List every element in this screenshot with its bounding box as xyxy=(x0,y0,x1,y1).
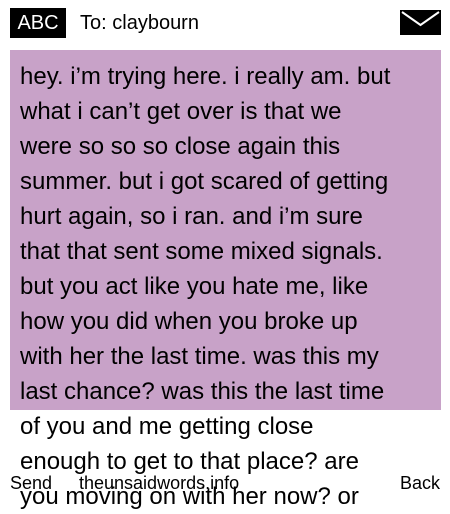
message-line: with her the last time. was this my xyxy=(20,343,379,370)
message-line: summer. but i got scared of getting xyxy=(20,168,389,195)
recipient-name: claybourn xyxy=(112,12,199,34)
input-mode-indicator[interactable]: ABC xyxy=(10,8,66,38)
to-label: To: xyxy=(80,12,107,34)
message-header: ABC To: claybourn xyxy=(0,0,450,46)
message-line: hey. i’m trying here. i really am. but xyxy=(20,63,391,90)
recipient-field[interactable]: To: claybourn xyxy=(80,8,199,38)
message-line: last chance? was this the last time xyxy=(20,378,385,405)
site-credit: theunsaidwords.info xyxy=(79,473,240,493)
message-line: that that sent some mixed signals. xyxy=(20,238,383,265)
back-button[interactable]: Back xyxy=(400,472,440,494)
envelope-icon xyxy=(400,10,441,35)
message-line: hurt again, so i ran. and i’m sure xyxy=(20,203,363,230)
message-body[interactable]: hey. i’m trying here. i really am. but w… xyxy=(20,59,438,514)
message-line: but you act like you hate me, like xyxy=(20,273,369,300)
message-line: what i can’t get over is that we xyxy=(20,98,342,125)
send-button[interactable]: Send xyxy=(10,472,52,494)
message-line: of you and me getting close xyxy=(20,413,314,440)
message-line: were so so so close again this xyxy=(20,133,341,160)
message-line: how you did when you broke up xyxy=(20,308,358,335)
